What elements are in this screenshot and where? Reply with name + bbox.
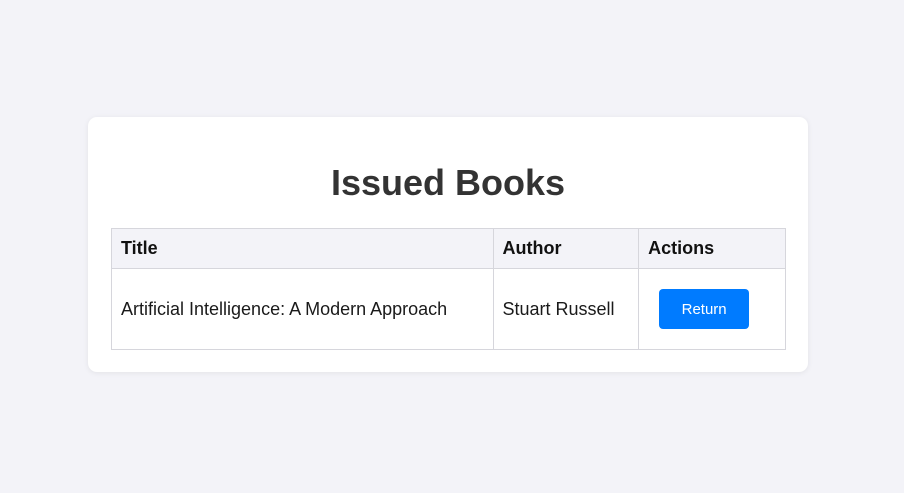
issued-books-table: Title Author Actions Artificial Intellig… xyxy=(111,228,786,350)
table-row: Artificial Intelligence: A Modern Approa… xyxy=(111,268,786,350)
table-header-row: Title Author Actions xyxy=(111,228,786,269)
return-button[interactable]: Return xyxy=(659,289,750,329)
issued-books-card: Issued Books Title Author Actions Artifi… xyxy=(88,117,808,372)
cell-book-title: Artificial Intelligence: A Modern Approa… xyxy=(111,268,494,350)
column-header-actions: Actions xyxy=(638,228,786,269)
cell-book-author: Stuart Russell xyxy=(492,268,640,350)
table-body: Artificial Intelligence: A Modern Approa… xyxy=(111,268,786,350)
page-title: Issued Books xyxy=(330,162,566,203)
cell-actions: Return xyxy=(638,268,786,350)
column-header-author: Author xyxy=(492,228,640,269)
column-header-title: Title xyxy=(111,228,494,269)
table-header: Title Author Actions xyxy=(111,228,786,269)
